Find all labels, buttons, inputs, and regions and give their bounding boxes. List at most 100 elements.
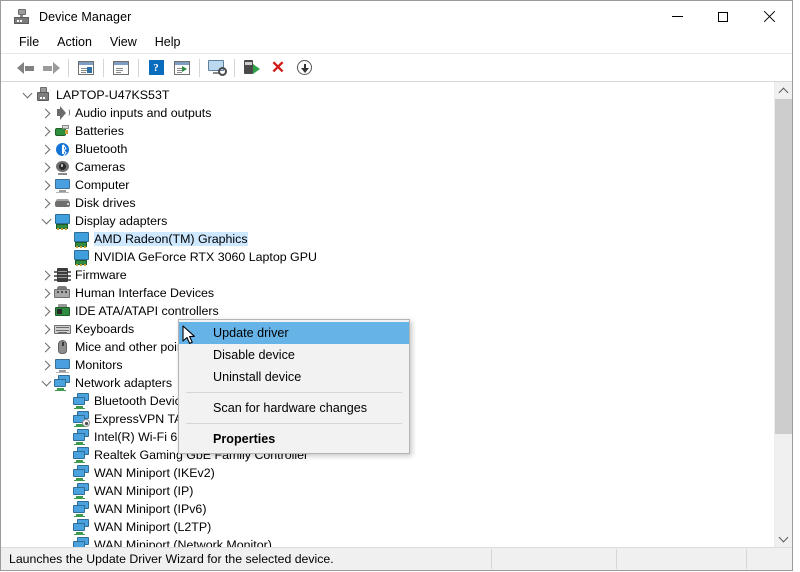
- device-manager-icon: [14, 9, 30, 25]
- context-menu-item[interactable]: Properties: [179, 428, 409, 450]
- toolbar-separator: [68, 59, 69, 77]
- tree-row-label: IDE ATA/ATAPI controllers: [75, 304, 219, 318]
- status-cell-3: [616, 549, 746, 569]
- menu-action[interactable]: Action: [48, 33, 101, 52]
- content-area: LAPTOP-U47KS53TAudio inputs and outputsB…: [1, 82, 792, 547]
- show-hide-action-pane-button[interactable]: [169, 56, 195, 80]
- device-manager-window: Device Manager File Action View Help ?: [0, 0, 793, 571]
- chevron-down-icon[interactable]: [38, 375, 54, 391]
- vertical-scrollbar[interactable]: [774, 82, 792, 547]
- maximize-button[interactable]: [700, 1, 746, 32]
- tree-row-label: WAN Miniport (Network Monitor): [94, 538, 272, 547]
- scrollbar-track[interactable]: [775, 99, 792, 530]
- update-driver-button[interactable]: [239, 56, 265, 80]
- help-button[interactable]: ?: [143, 56, 169, 80]
- context-menu-item[interactable]: Disable device: [179, 344, 409, 366]
- scrollbar-thumb[interactable]: [775, 99, 792, 434]
- chevron-right-icon[interactable]: [38, 159, 54, 175]
- tree-row[interactable]: Disk drives: [1, 194, 774, 212]
- chevron-glyph: [40, 180, 50, 190]
- scan-for-hardware-changes-button[interactable]: [204, 56, 230, 80]
- tree-row[interactable]: WAN Miniport (Network Monitor): [1, 536, 774, 547]
- context-menu-item-label: Properties: [213, 432, 275, 446]
- tree-row-label: LAPTOP-U47KS53T: [56, 88, 169, 102]
- tree-row[interactable]: Computer: [1, 176, 774, 194]
- chevron-right-icon[interactable]: [38, 339, 54, 355]
- network-adapter-icon: [73, 447, 90, 463]
- context-menu-separator: [186, 392, 402, 393]
- chevron-glyph: [40, 108, 50, 118]
- context-menu-separator: [186, 423, 402, 424]
- tree-row[interactable]: Display adapters: [1, 212, 774, 230]
- close-button[interactable]: [746, 1, 792, 32]
- chevron-right-icon[interactable]: [38, 123, 54, 139]
- toolbar: ? ✕: [1, 53, 792, 82]
- tree-row-selected[interactable]: AMD Radeon(TM) Graphics: [1, 230, 774, 248]
- tree-row-label: Human Interface Devices: [75, 286, 214, 300]
- tree-row[interactable]: Cameras: [1, 158, 774, 176]
- tree-row[interactable]: IDE ATA/ATAPI controllers: [1, 302, 774, 320]
- tree-row[interactable]: Bluetooth: [1, 140, 774, 158]
- context-menu-item[interactable]: Update driver: [179, 322, 409, 344]
- context-menu-item[interactable]: Uninstall device: [179, 366, 409, 388]
- hid-icon: [54, 285, 71, 301]
- forward-arrow-icon: [43, 62, 60, 74]
- tree-row[interactable]: NVIDIA GeForce RTX 3060 Laptop GPU: [1, 248, 774, 266]
- camera-icon: [54, 159, 71, 175]
- close-icon: [763, 11, 775, 23]
- network-adapter-icon: [73, 501, 90, 517]
- menu-view[interactable]: View: [101, 33, 146, 52]
- uninstall-device-button[interactable]: ✕: [265, 56, 291, 80]
- chevron-glyph: [40, 270, 50, 280]
- chevron-glyph: [40, 144, 50, 154]
- tree-row[interactable]: WAN Miniport (IP): [1, 482, 774, 500]
- show-hide-console-tree-button[interactable]: [73, 56, 99, 80]
- chevron-right-icon[interactable]: [38, 321, 54, 337]
- chevron-right-icon[interactable]: [38, 141, 54, 157]
- toolbar-separator: [234, 59, 235, 77]
- disable-device-button[interactable]: [291, 56, 317, 80]
- chevron-right-icon[interactable]: [38, 105, 54, 121]
- monitor-icon: [54, 177, 71, 193]
- back-button[interactable]: [12, 56, 38, 80]
- menu-help[interactable]: Help: [146, 33, 190, 52]
- context-menu-item-label: Update driver: [213, 326, 289, 340]
- scroll-up-button[interactable]: [775, 82, 792, 99]
- tree-row[interactable]: Audio inputs and outputs: [1, 104, 774, 122]
- context-menu-item[interactable]: Scan for hardware changes: [179, 397, 409, 419]
- tree-row-label: Computer: [75, 178, 129, 192]
- tree-row[interactable]: WAN Miniport (IKEv2): [1, 464, 774, 482]
- context-menu[interactable]: Update driver Disable device Uninstall dev…: [178, 319, 410, 454]
- device-tree[interactable]: LAPTOP-U47KS53TAudio inputs and outputsB…: [1, 82, 774, 547]
- chevron-glyph: [40, 342, 50, 352]
- chevron-glyph: [40, 324, 50, 334]
- tree-row[interactable]: WAN Miniport (L2TP): [1, 518, 774, 536]
- chevron-right-icon[interactable]: [38, 357, 54, 373]
- tree-row[interactable]: WAN Miniport (IPv6): [1, 500, 774, 518]
- menu-file[interactable]: File: [10, 33, 48, 52]
- tree-row[interactable]: LAPTOP-U47KS53T: [1, 86, 774, 104]
- mouse-icon: [54, 339, 71, 355]
- chevron-right-icon[interactable]: [38, 177, 54, 193]
- context-menu-item-label: Scan for hardware changes: [213, 401, 367, 415]
- chevron-right-icon[interactable]: [38, 195, 54, 211]
- status-cell-2: [491, 549, 616, 569]
- chevron-right-icon[interactable]: [38, 267, 54, 283]
- minimize-button[interactable]: [654, 1, 700, 32]
- tree-row-label: NVIDIA GeForce RTX 3060 Laptop GPU: [94, 250, 317, 264]
- scroll-down-button[interactable]: [775, 530, 792, 547]
- chevron-right-icon[interactable]: [38, 303, 54, 319]
- chevron-glyph: [40, 198, 50, 208]
- tree-row[interactable]: Firmware: [1, 266, 774, 284]
- tree-row-label: WAN Miniport (IP): [94, 484, 193, 498]
- forward-button[interactable]: [38, 56, 64, 80]
- tree-row[interactable]: Human Interface Devices: [1, 284, 774, 302]
- properties-button[interactable]: [108, 56, 134, 80]
- chevron-down-icon[interactable]: [38, 213, 54, 229]
- tree-row[interactable]: Batteries: [1, 122, 774, 140]
- toolbar-separator: [103, 59, 104, 77]
- tree-row-label: WAN Miniport (IKEv2): [94, 466, 215, 480]
- chevron-right-icon[interactable]: [38, 285, 54, 301]
- chevron-down-icon[interactable]: [19, 87, 35, 103]
- context-menu-item-label: Uninstall device: [213, 370, 301, 384]
